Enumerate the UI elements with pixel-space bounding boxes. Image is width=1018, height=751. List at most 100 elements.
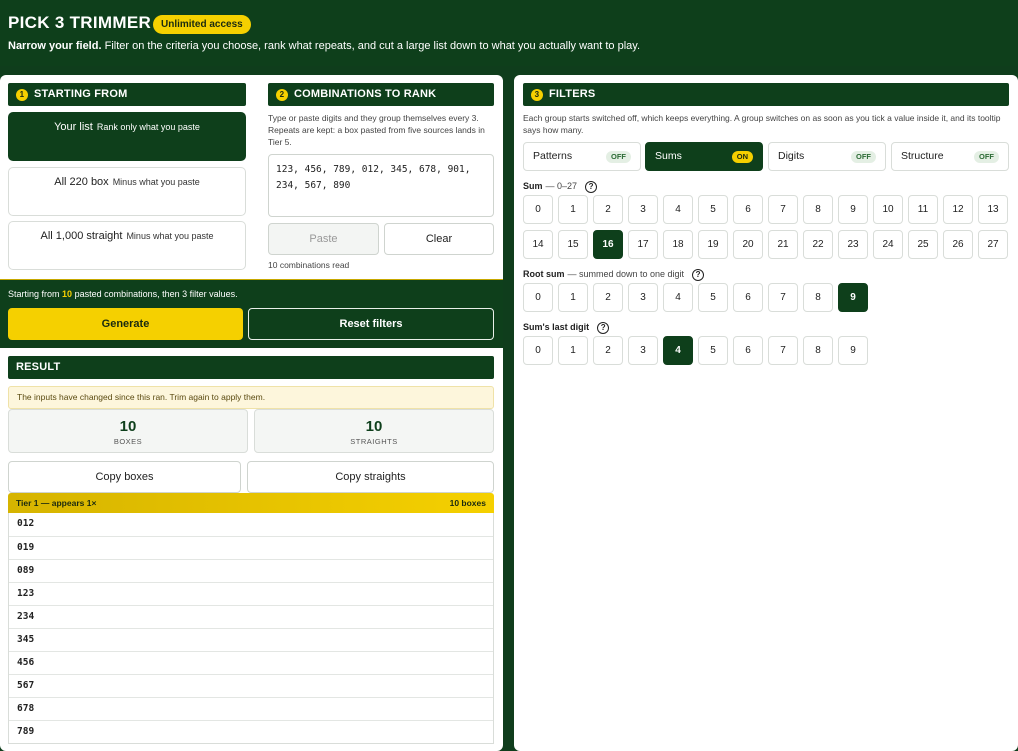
info-prefix: Starting from (8, 289, 60, 299)
sum-value-chip[interactable]: 3 (628, 195, 658, 224)
sum-value-chip[interactable]: 6 (733, 195, 763, 224)
toggle-label: Sums (655, 150, 682, 162)
last-digit-title: Sum's last digit (523, 322, 590, 332)
sum-value-chip[interactable]: 17 (628, 230, 658, 259)
tier-row: 019 (9, 536, 493, 559)
sum-value-chip[interactable]: 8 (803, 195, 833, 224)
copy-straights-button[interactable]: Copy straights (247, 461, 494, 493)
sum-value-chip[interactable]: 27 (978, 230, 1008, 259)
root-sum-value-chip[interactable]: 3 (628, 283, 658, 312)
last-digit-value-chip[interactable]: 2 (593, 336, 623, 365)
tier-row: 234 (9, 605, 493, 628)
last-digit-value-chip[interactable]: 0 (523, 336, 553, 365)
root-sum-value-chip[interactable]: 6 (733, 283, 763, 312)
last-digit-value-chip[interactable]: 6 (733, 336, 763, 365)
sum-value-chip[interactable]: 1 (558, 195, 588, 224)
sum-value-chip[interactable]: 2 (593, 195, 623, 224)
sum-value-chip[interactable]: 13 (978, 195, 1008, 224)
toggle-label: Structure (901, 150, 944, 162)
sum-value-chip[interactable]: 7 (768, 195, 798, 224)
sum-value-chip[interactable]: 0 (523, 195, 553, 224)
option-all-box-line: All 220 box Minus what you paste (9, 176, 245, 188)
root-sum-value-chip[interactable]: 1 (558, 283, 588, 312)
sum-value-chip[interactable]: 21 (768, 230, 798, 259)
boxes-label: BOXES (113, 437, 143, 446)
sum-value-chip[interactable]: 25 (908, 230, 938, 259)
copy-boxes-button[interactable]: Copy boxes (8, 461, 241, 493)
last-digit-value-chip[interactable]: 8 (803, 336, 833, 365)
last-digit-value-chip[interactable]: 1 (558, 336, 588, 365)
last-digit-help-icon[interactable]: ? (597, 322, 610, 334)
tier-header: Tier 1 — appears 1× 10 boxes (8, 493, 494, 513)
tier-row: 567 (9, 674, 493, 697)
combinations-description: Type or paste digits and they group them… (268, 113, 485, 147)
sum-value-chip[interactable]: 14 (523, 230, 553, 259)
paste-button[interactable]: Paste (268, 223, 379, 255)
step-1-icon: 1 (16, 89, 28, 101)
sum-value-chip[interactable]: 5 (698, 195, 728, 224)
tier-row: 345 (9, 628, 493, 651)
sum-value-chip[interactable]: 11 (908, 195, 938, 224)
root-sum-value-chip[interactable]: 5 (698, 283, 728, 312)
filter-toggle-digits[interactable]: Digits OFF (768, 142, 886, 171)
generate-button[interactable]: Generate (8, 308, 243, 340)
sum-value-chip[interactable]: 10 (873, 195, 903, 224)
access-badge: Unlimited access (153, 15, 251, 34)
tagline: Narrow your field. Filter on the criteri… (8, 40, 640, 52)
sum-label: Sum — 0–27? (523, 181, 598, 193)
root-sum-title: Root sum (523, 269, 565, 279)
root-sum-value-chip[interactable]: 7 (768, 283, 798, 312)
sum-value-chip[interactable]: 19 (698, 230, 728, 259)
combinations-input[interactable] (268, 154, 494, 217)
app-title: PICK 3 TRIMMER (8, 13, 152, 32)
sum-value-chip[interactable]: 23 (838, 230, 868, 259)
sum-value-chip[interactable]: 4 (663, 195, 693, 224)
sum-value-chip[interactable]: 12 (943, 195, 973, 224)
option-all-box[interactable]: All 220 box Minus what you paste (8, 167, 246, 216)
filter-toggle-patterns[interactable]: Patterns OFF (523, 142, 641, 171)
filter-toggle-sums[interactable]: Sums ON (645, 142, 763, 171)
root-sum-value-chip[interactable]: 8 (803, 283, 833, 312)
sum-value-chip[interactable]: 22 (803, 230, 833, 259)
last-digit-value-chip[interactable]: 3 (628, 336, 658, 365)
tagline-bold: Narrow your field. (8, 40, 102, 52)
toggle-state-badge: ON (731, 151, 753, 163)
sum-value-chip[interactable]: 9 (838, 195, 868, 224)
filter-toggle-structure[interactable]: Structure OFF (891, 142, 1009, 171)
last-digit-value-chip[interactable]: 7 (768, 336, 798, 365)
info-count: 10 (62, 289, 73, 299)
result-heading: RESULT (8, 356, 494, 379)
sum-value-chip[interactable]: 20 (733, 230, 763, 259)
reset-filters-button[interactable]: Reset filters (248, 308, 494, 340)
option-your-list-line: Your list Rank only what you paste (9, 121, 245, 133)
right-panel (514, 75, 1018, 751)
stale-warning: The inputs have changed since this ran. … (8, 386, 494, 409)
clear-button[interactable]: Clear (384, 223, 494, 255)
sum-value-chip[interactable]: 18 (663, 230, 693, 259)
option-sub: Rank only what you paste (96, 122, 200, 132)
sum-value-chip[interactable]: 15 (558, 230, 588, 259)
last-digit-value-chip[interactable]: 9 (838, 336, 868, 365)
starting-from-heading: 1 STARTING FROM (8, 83, 246, 106)
root-sum-value-chip[interactable]: 9 (838, 283, 868, 312)
root-sum-value-chip[interactable]: 4 (663, 283, 693, 312)
sum-value-chip[interactable]: 26 (943, 230, 973, 259)
sum-value-chip[interactable]: 16 (593, 230, 623, 259)
option-all-straight[interactable]: All 1,000 straight Minus what you paste (8, 221, 246, 270)
last-digit-value-chip[interactable]: 4 (663, 336, 693, 365)
root-sum-value-chip[interactable]: 0 (523, 283, 553, 312)
option-sub: Minus what you paste (126, 231, 214, 241)
last-digit-value-chip[interactable]: 5 (698, 336, 728, 365)
straights-label: STRAIGHTS (350, 437, 398, 446)
boxes-stat: 10 BOXES (8, 409, 248, 453)
tier-row: 089 (9, 559, 493, 582)
root-sum-help-icon[interactable]: ? (692, 269, 705, 281)
root-sum-value-chip[interactable]: 2 (593, 283, 623, 312)
sum-help-icon[interactable]: ? (585, 181, 598, 193)
sum-value-chip[interactable]: 24 (873, 230, 903, 259)
step-2-icon: 2 (276, 89, 288, 101)
filters-title: FILTERS (549, 88, 596, 100)
option-your-list[interactable]: Your list Rank only what you paste (8, 112, 246, 161)
toggle-state-badge: OFF (974, 151, 999, 163)
toggle-state-badge: OFF (851, 151, 876, 163)
